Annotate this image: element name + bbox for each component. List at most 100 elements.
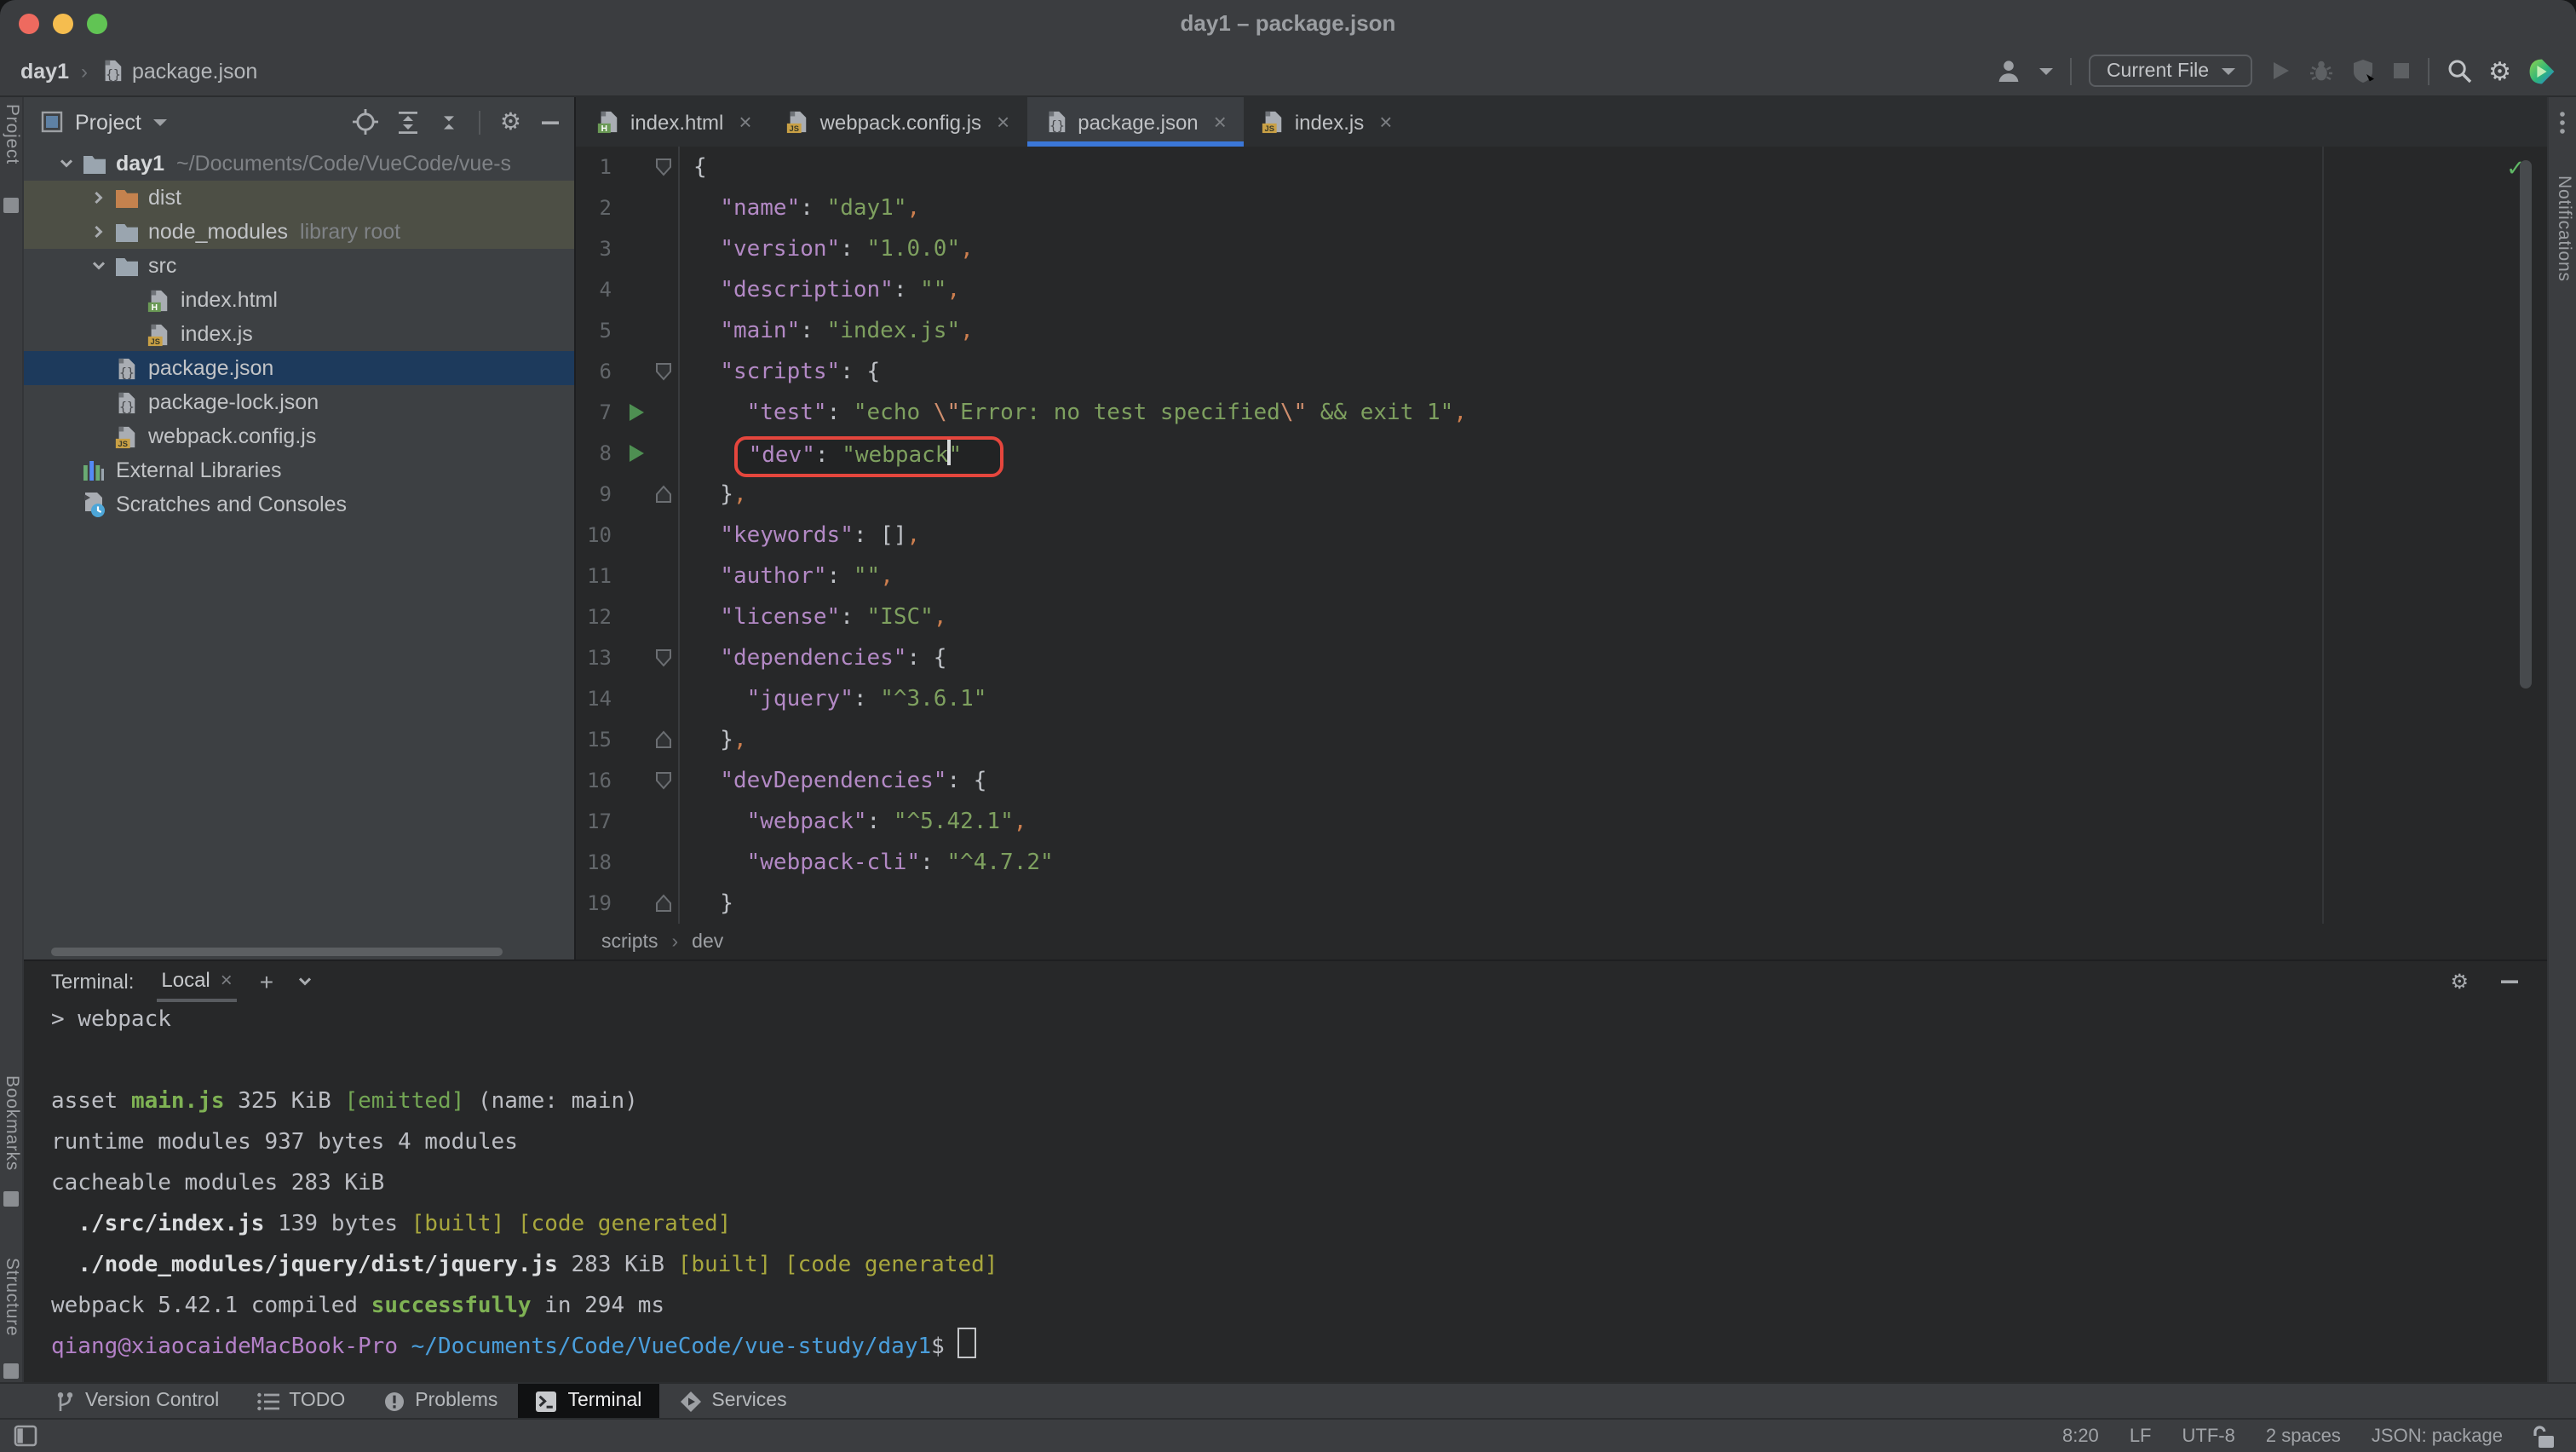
tree-item-dist[interactable]: dist bbox=[24, 181, 574, 215]
breadcrumb-item-package-json[interactable]: {}package.json bbox=[100, 58, 257, 84]
tool-button-terminal[interactable]: Terminal bbox=[518, 1384, 658, 1418]
plugin-logo-icon[interactable] bbox=[2528, 57, 2556, 84]
tree-item-day1[interactable]: day1~/Documents/Code/VueCode/vue-s bbox=[24, 147, 574, 181]
chevron-right-icon[interactable] bbox=[87, 189, 111, 206]
tree-item-node-modules[interactable]: node_moduleslibrary root bbox=[24, 215, 574, 249]
tree-item-package-json[interactable]: {}package.json bbox=[24, 351, 574, 385]
close-icon[interactable]: × bbox=[221, 967, 233, 991]
close-tab-icon[interactable]: × bbox=[739, 111, 751, 133]
status-2-spaces[interactable]: 2 spaces bbox=[2266, 1426, 2341, 1446]
tree-item-scratches-and-consoles[interactable]: Scratches and Consoles bbox=[24, 487, 574, 521]
fold-open-icon[interactable] bbox=[654, 770, 673, 791]
tool-button-todo[interactable]: TODO bbox=[239, 1384, 362, 1418]
chevron-down-icon[interactable] bbox=[2040, 66, 2054, 76]
fold-close-icon[interactable] bbox=[654, 893, 673, 913]
code-token: "webpack" bbox=[747, 809, 867, 834]
fold-open-icon[interactable] bbox=[654, 361, 673, 382]
profile-icon[interactable] bbox=[1996, 57, 2023, 84]
tree-item-index-js[interactable]: JSindex.js bbox=[24, 317, 574, 351]
tool-stripe-project[interactable]: Project bbox=[0, 104, 22, 164]
gutter bbox=[612, 515, 680, 556]
tab-package-json[interactable]: {}package.json× bbox=[1026, 97, 1244, 147]
run-line-icon[interactable] bbox=[627, 402, 646, 423]
svg-text:{}: {} bbox=[105, 67, 120, 83]
expand-all-icon[interactable] bbox=[398, 110, 420, 134]
locate-file-icon[interactable] bbox=[354, 109, 379, 135]
inspections-ok-icon[interactable]: ✓ bbox=[2506, 157, 2525, 182]
status-json-package[interactable]: JSON: package bbox=[2372, 1426, 2503, 1446]
settings-icon[interactable]: ⚙ bbox=[2488, 55, 2511, 86]
tree-item-webpack-config-js[interactable]: JSwebpack.config.js bbox=[24, 419, 574, 453]
terminal-settings-icon[interactable]: ⚙ bbox=[2450, 969, 2469, 993]
tree-item-package-lock-json[interactable]: {}package-lock.json bbox=[24, 385, 574, 419]
status-lf[interactable]: LF bbox=[2130, 1426, 2152, 1446]
maximize-window-button[interactable] bbox=[87, 14, 107, 34]
code-token: , bbox=[946, 277, 960, 302]
tree-item-src[interactable]: src bbox=[24, 249, 574, 283]
tool-button-problems[interactable]: Problems bbox=[365, 1384, 515, 1418]
run-line-icon[interactable] bbox=[627, 443, 646, 464]
close-tab-icon[interactable]: × bbox=[1379, 111, 1392, 133]
tree-item-external-libraries[interactable]: External Libraries bbox=[24, 453, 574, 487]
breadcrumb-item-day1[interactable]: day1 bbox=[20, 59, 69, 83]
line-number: 12 bbox=[576, 605, 612, 629]
editor-options-icon[interactable] bbox=[2559, 111, 2576, 135]
project-settings-icon[interactable]: ⚙ bbox=[500, 108, 521, 135]
terminal-token: [built] [code generated] bbox=[678, 1253, 998, 1278]
fold-close-icon[interactable] bbox=[654, 484, 673, 504]
chevron-down-icon[interactable] bbox=[55, 155, 78, 172]
editor-breadcrumb-dev[interactable]: dev bbox=[692, 931, 723, 952]
status-utf-8[interactable]: UTF-8 bbox=[2182, 1426, 2235, 1446]
tab-index-js[interactable]: JSindex.js× bbox=[1244, 97, 1410, 147]
line-number: 2 bbox=[576, 196, 612, 220]
structure-stripe-icon[interactable] bbox=[2, 1362, 22, 1380]
code-editor[interactable]: ✓ 1{2 "name": "day1",3 "version": "1.0.0… bbox=[576, 147, 2547, 924]
chevron-down-icon[interactable] bbox=[87, 257, 111, 274]
fold-open-icon[interactable] bbox=[654, 157, 673, 177]
fold-close-icon[interactable] bbox=[654, 729, 673, 750]
layout-icon[interactable] bbox=[14, 1425, 37, 1447]
minimize-window-button[interactable] bbox=[53, 14, 73, 34]
unlocked-icon[interactable] bbox=[2533, 1424, 2556, 1448]
debug-icon[interactable] bbox=[2308, 58, 2333, 84]
code-text: "description": "", bbox=[680, 277, 960, 302]
bookmarks-stripe-icon[interactable] bbox=[2, 1190, 22, 1208]
stop-icon[interactable] bbox=[2391, 61, 2410, 80]
run-icon[interactable] bbox=[2268, 60, 2291, 82]
tree-item-suffix: ~/Documents/Code/VueCode/vue-s bbox=[176, 152, 511, 176]
tool-stripe-notifications[interactable]: Notifications bbox=[2549, 176, 2574, 282]
editor-breadcrumb-scripts[interactable]: scripts bbox=[601, 931, 658, 952]
chevron-right-icon[interactable] bbox=[87, 223, 111, 240]
project-stripe-icon[interactable] bbox=[2, 196, 22, 215]
coverage-icon[interactable] bbox=[2350, 58, 2374, 84]
terminal-tab-local[interactable]: Local × bbox=[156, 959, 237, 1002]
status-8-20[interactable]: 8:20 bbox=[2062, 1426, 2099, 1446]
hide-panel-icon[interactable] bbox=[540, 112, 561, 132]
hide-terminal-icon[interactable] bbox=[2499, 971, 2520, 991]
close-tab-icon[interactable]: × bbox=[1214, 111, 1227, 133]
tab-webpack-config-js[interactable]: JSwebpack.config.js× bbox=[769, 97, 1027, 147]
project-panel-title[interactable]: Project bbox=[75, 110, 141, 134]
tool-button-services[interactable]: Services bbox=[662, 1384, 803, 1418]
editor-scrollbar[interactable] bbox=[2520, 160, 2532, 689]
file-html-icon: H bbox=[596, 109, 620, 135]
search-icon[interactable] bbox=[2446, 58, 2471, 84]
tool-stripe-structure[interactable]: Structure bbox=[0, 1258, 22, 1336]
collapse-all-icon[interactable] bbox=[439, 110, 461, 134]
tool-button-version-control[interactable]: Version Control bbox=[37, 1384, 236, 1418]
code-token: "devDependencies" bbox=[720, 768, 946, 793]
new-terminal-button[interactable]: + bbox=[260, 967, 273, 994]
terminal-output[interactable]: > webpackasset main.js 325 KiB [emitted]… bbox=[24, 1000, 2547, 1389]
close-tab-icon[interactable]: × bbox=[997, 111, 1009, 133]
terminal-options-chevron-icon[interactable] bbox=[296, 972, 313, 989]
close-window-button[interactable] bbox=[19, 14, 39, 34]
tab-index-html[interactable]: Hindex.html× bbox=[579, 97, 769, 147]
chevron-down-icon[interactable] bbox=[153, 117, 167, 127]
status-bar: 8:20 LF UTF-8 2 spaces JSON: package bbox=[0, 1418, 2576, 1452]
tool-stripe-bookmarks[interactable]: Bookmarks bbox=[0, 1075, 22, 1171]
fold-open-icon[interactable] bbox=[654, 648, 673, 668]
run-configuration-selector[interactable]: Current File bbox=[2090, 55, 2251, 87]
horizontal-scrollbar[interactable] bbox=[51, 948, 503, 956]
terminal-token: asset bbox=[51, 1089, 131, 1115]
tree-item-index-html[interactable]: Hindex.html bbox=[24, 283, 574, 317]
